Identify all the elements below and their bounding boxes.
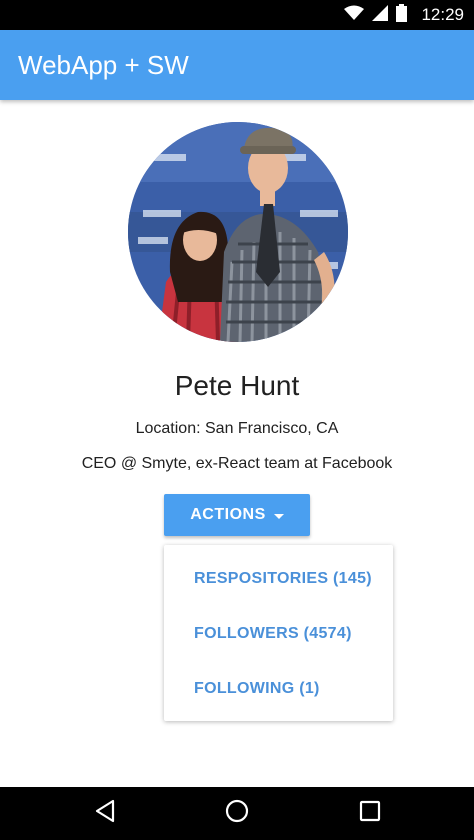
battery-icon <box>396 3 408 27</box>
recents-icon <box>359 800 381 827</box>
actions-menu: RESPOSITORIES (145) FOLLOWERS (4574) FOL… <box>164 545 393 721</box>
app-bar: WebApp + SW <box>0 30 474 100</box>
wifi-icon <box>344 5 365 26</box>
profile-location: Location: San Francisco, CA <box>135 420 339 437</box>
avatar <box>128 122 348 342</box>
status-time: 12:29 <box>421 5 464 24</box>
dropdown-caret-icon <box>273 513 284 519</box>
profile-bio: CEO @ Smyte, ex-React team at Facebook <box>81 455 393 472</box>
app-title: WebApp + SW <box>18 50 189 80</box>
home-button[interactable] <box>207 787 267 840</box>
status-bar: 12:29 <box>0 0 474 30</box>
profile-name: Pete Hunt <box>174 370 300 401</box>
back-button[interactable] <box>75 787 135 840</box>
home-icon <box>225 799 249 828</box>
actions-button-label: ACTIONS <box>190 506 266 523</box>
navigation-bar <box>0 787 474 840</box>
menu-item-following[interactable]: FOLLOWING (1) <box>194 680 320 698</box>
recents-button[interactable] <box>340 787 400 840</box>
menu-item-repositories[interactable]: RESPOSITORIES (145) <box>194 570 372 588</box>
status-icons: 12:29 <box>344 0 464 30</box>
actions-button[interactable]: ACTIONS <box>164 494 310 536</box>
menu-item-followers[interactable]: FOLLOWERS (4574) <box>194 625 352 643</box>
back-icon <box>94 799 116 828</box>
cellular-signal-icon <box>372 4 389 26</box>
